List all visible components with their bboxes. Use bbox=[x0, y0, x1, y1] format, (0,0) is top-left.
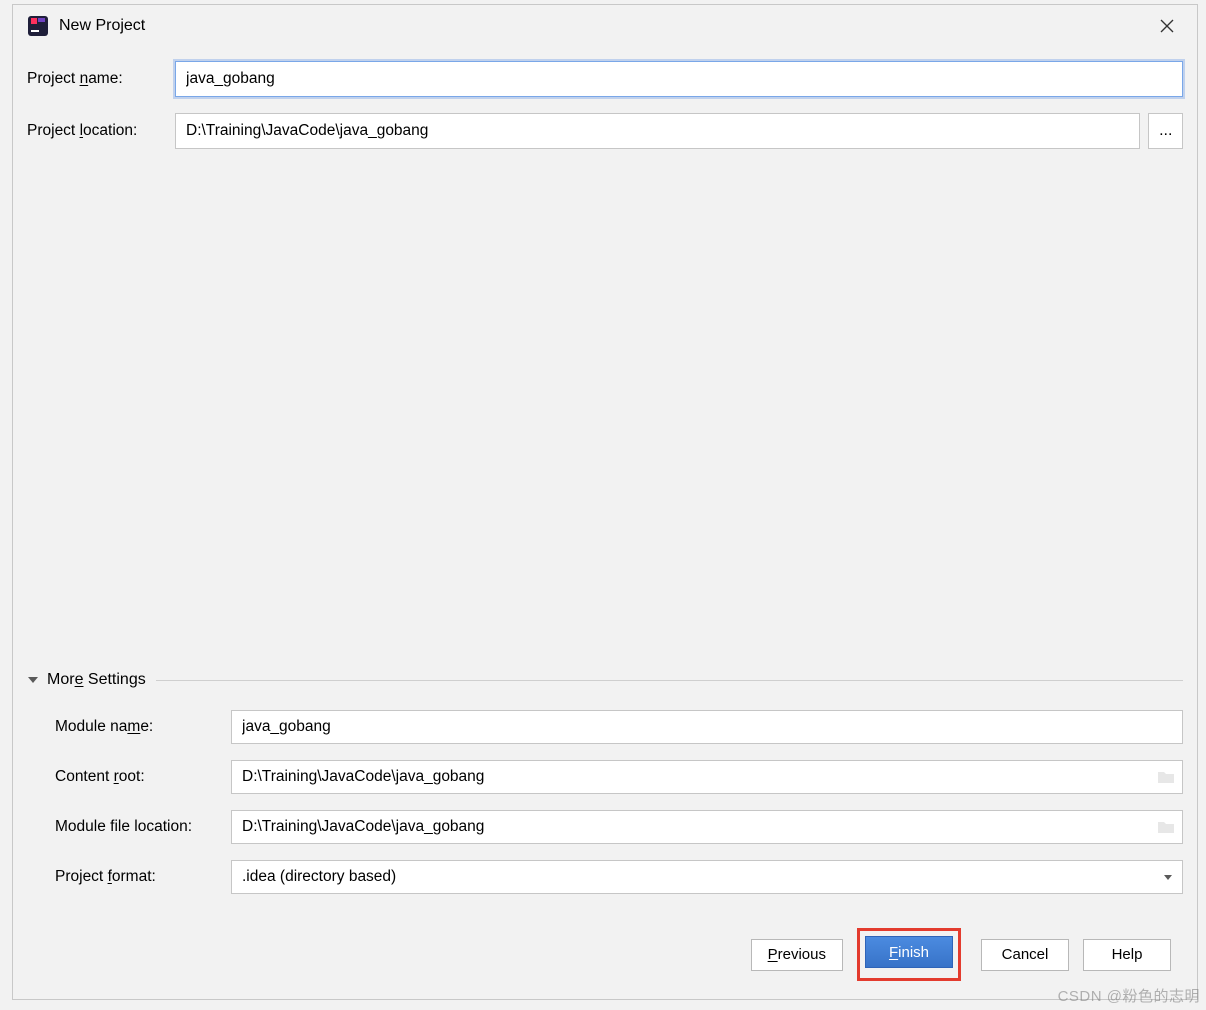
intellij-icon bbox=[27, 15, 49, 37]
folder-icon[interactable] bbox=[1157, 770, 1175, 784]
project-name-input[interactable] bbox=[175, 61, 1183, 97]
separator-line bbox=[156, 680, 1183, 681]
browse-location-button[interactable]: ... bbox=[1148, 113, 1183, 149]
module-file-location-label: Module file location: bbox=[55, 818, 231, 836]
finish-button[interactable]: Finish bbox=[865, 936, 953, 968]
dialog-content: Project name: Project location: ... bbox=[13, 47, 1197, 999]
project-format-label: Project format: bbox=[55, 868, 231, 886]
module-name-input[interactable] bbox=[231, 710, 1183, 744]
project-location-input[interactable] bbox=[175, 113, 1140, 149]
cancel-button[interactable]: Cancel bbox=[981, 939, 1069, 971]
close-button[interactable] bbox=[1147, 11, 1187, 41]
ellipsis-icon: ... bbox=[1159, 122, 1172, 140]
more-settings-toggle[interactable]: More Settings bbox=[23, 670, 1183, 690]
module-name-label: Module name: bbox=[55, 718, 231, 736]
project-format-select[interactable]: .idea (directory based) bbox=[231, 860, 1183, 894]
close-icon bbox=[1160, 19, 1174, 33]
more-settings-panel: Module name: Content root: Modul bbox=[27, 694, 1183, 920]
dialog-button-bar: Previous Finish Cancel Help bbox=[27, 920, 1183, 999]
titlebar: New Project bbox=[13, 5, 1197, 47]
dialog-title: New Project bbox=[59, 17, 1147, 35]
content-root-label: Content root: bbox=[55, 768, 231, 786]
chevron-down-icon bbox=[1162, 871, 1174, 883]
folder-icon[interactable] bbox=[1157, 820, 1175, 834]
new-project-dialog: New Project Project name: Project locati… bbox=[12, 4, 1198, 1000]
project-location-label: Project location: bbox=[27, 122, 175, 140]
help-button[interactable]: Help bbox=[1083, 939, 1171, 971]
previous-button[interactable]: Previous bbox=[751, 939, 843, 971]
project-name-label: Project name: bbox=[27, 70, 175, 88]
chevron-down-icon bbox=[23, 670, 43, 690]
finish-button-highlight: Finish bbox=[857, 928, 961, 981]
content-root-input[interactable] bbox=[231, 760, 1183, 794]
module-file-location-input[interactable] bbox=[231, 810, 1183, 844]
